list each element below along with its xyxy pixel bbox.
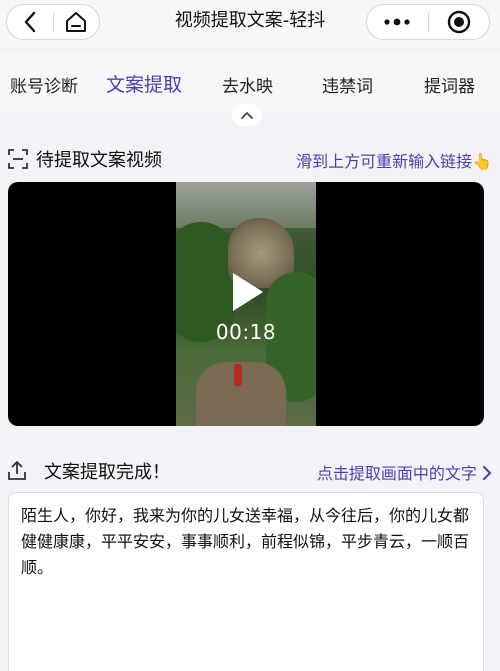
home-button[interactable] <box>53 5 99 39</box>
back-button[interactable] <box>7 5 53 39</box>
target-circle-icon <box>447 10 470 34</box>
extract-frame-text-label: 点击提取画面中的文字 <box>316 464 477 483</box>
video-section-title: 待提取文案视频 <box>36 150 162 171</box>
more-button[interactable] <box>367 5 428 39</box>
page-title: 视频提取文案-轻抖 <box>174 10 326 31</box>
collapse-button[interactable] <box>232 104 262 126</box>
scan-icon <box>8 149 28 169</box>
chevron-right-icon <box>483 466 491 480</box>
tab-banned-words[interactable]: 违禁词 <box>322 72 373 97</box>
video-duration: 00:18 <box>215 320 277 344</box>
menu-capsule <box>366 4 490 40</box>
upload-icon <box>8 461 26 480</box>
extract-frame-text-link[interactable]: 点击提取画面中的文字 <box>317 460 492 484</box>
result-section-header: 文案提取完成！ 点击提取画面中的文字 <box>8 458 492 484</box>
re-enter-link[interactable]: 滑到上方可重新输入链接👆 <box>296 148 492 172</box>
extracted-text-box[interactable]: 陌生人，你好，我来为你的儿女送幸福，从今往后，你的儿女都健健康康，平平安安，事事… <box>8 492 484 671</box>
chevron-left-icon <box>24 11 35 33</box>
tab-account-diagnosis[interactable]: 账号诊断 <box>10 72 78 97</box>
tab-teleprompter[interactable]: 提词器 <box>424 72 475 97</box>
home-icon <box>66 12 87 32</box>
more-dots-icon <box>384 18 410 26</box>
tab-remove-watermark[interactable]: 去水映 <box>222 72 273 97</box>
tab-copy-extract[interactable]: 文案提取 <box>106 70 182 97</box>
video-section-header: 待提取文案视频 滑到上方可重新输入链接👆 <box>8 146 492 172</box>
play-icon[interactable] <box>230 270 266 314</box>
video-player[interactable]: 00:18 <box>8 182 484 426</box>
result-section-title: 文案提取完成！ <box>44 462 170 483</box>
nav-capsule <box>6 4 100 40</box>
chevron-up-icon <box>241 111 253 119</box>
close-miniprogram-button[interactable] <box>428 5 489 39</box>
top-bar: 视频提取文案-轻抖 <box>0 0 500 48</box>
